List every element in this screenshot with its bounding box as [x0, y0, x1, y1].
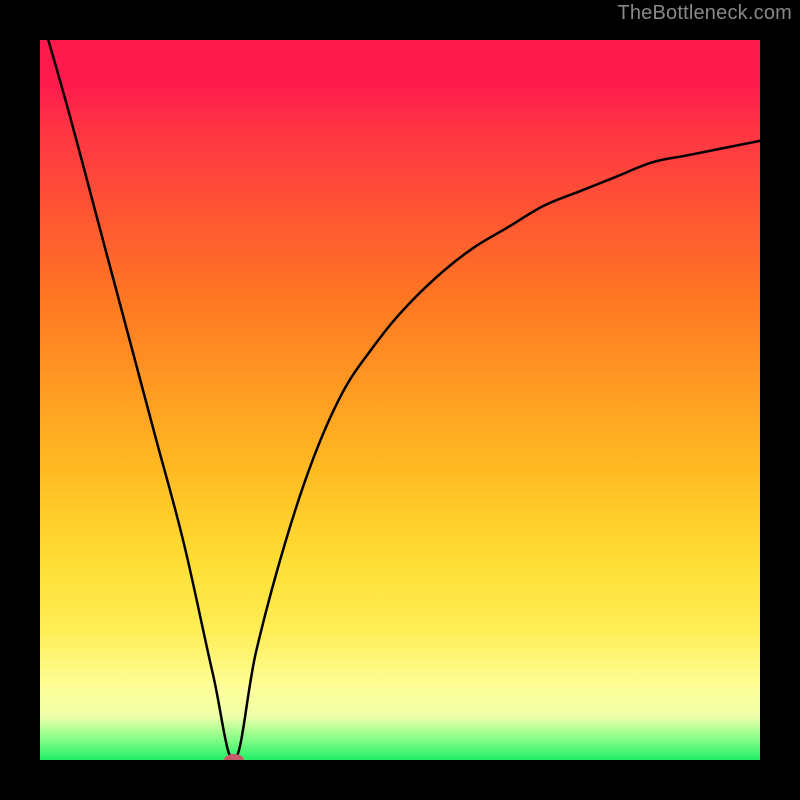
- plot-area: [40, 40, 760, 760]
- optimum-marker: [224, 754, 244, 760]
- curve-svg: [40, 40, 760, 760]
- chart-frame: TheBottleneck.com: [0, 0, 800, 800]
- watermark-label: TheBottleneck.com: [617, 2, 792, 25]
- bottleneck-curve: [40, 40, 760, 760]
